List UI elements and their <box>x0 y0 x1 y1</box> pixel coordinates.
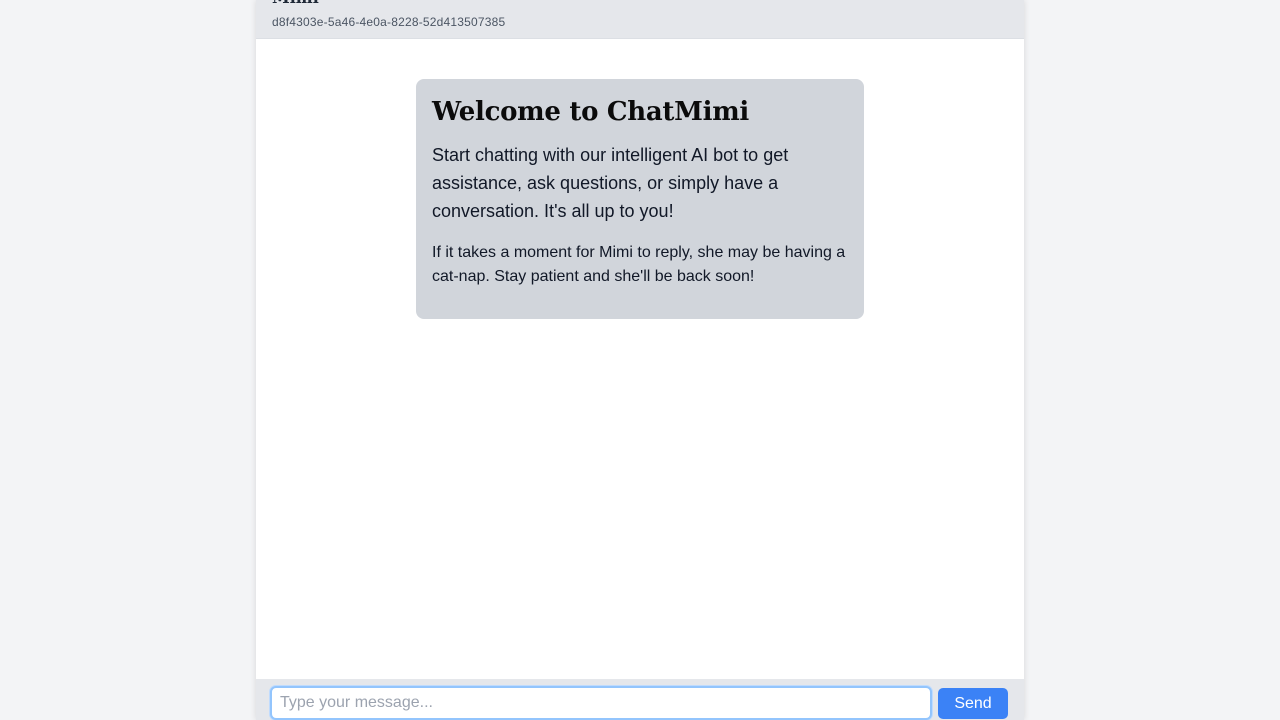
welcome-title: Welcome to ChatMimi <box>432 97 749 127</box>
welcome-note: If it takes a moment for Mimi to reply, … <box>432 244 846 285</box>
chat-window: Mimi d8f4303e-5a46-4e0a-8228-52d41350738… <box>256 0 1024 720</box>
message-list[interactable]: Welcome to ChatMimi Start chatting with … <box>256 39 1024 679</box>
message-input[interactable] <box>270 686 932 720</box>
composer-bar: Send <box>256 679 1024 720</box>
bot-name: Mimi <box>272 0 319 8</box>
session-id: d8f4303e-5a46-4e0a-8228-52d413507385 <box>272 15 506 29</box>
chat-header: Mimi d8f4303e-5a46-4e0a-8228-52d41350738… <box>256 0 1024 39</box>
welcome-card: Welcome to ChatMimi Start chatting with … <box>416 79 864 319</box>
send-button[interactable]: Send <box>938 688 1008 719</box>
welcome-text: Start chatting with our intelligent AI b… <box>432 145 789 221</box>
